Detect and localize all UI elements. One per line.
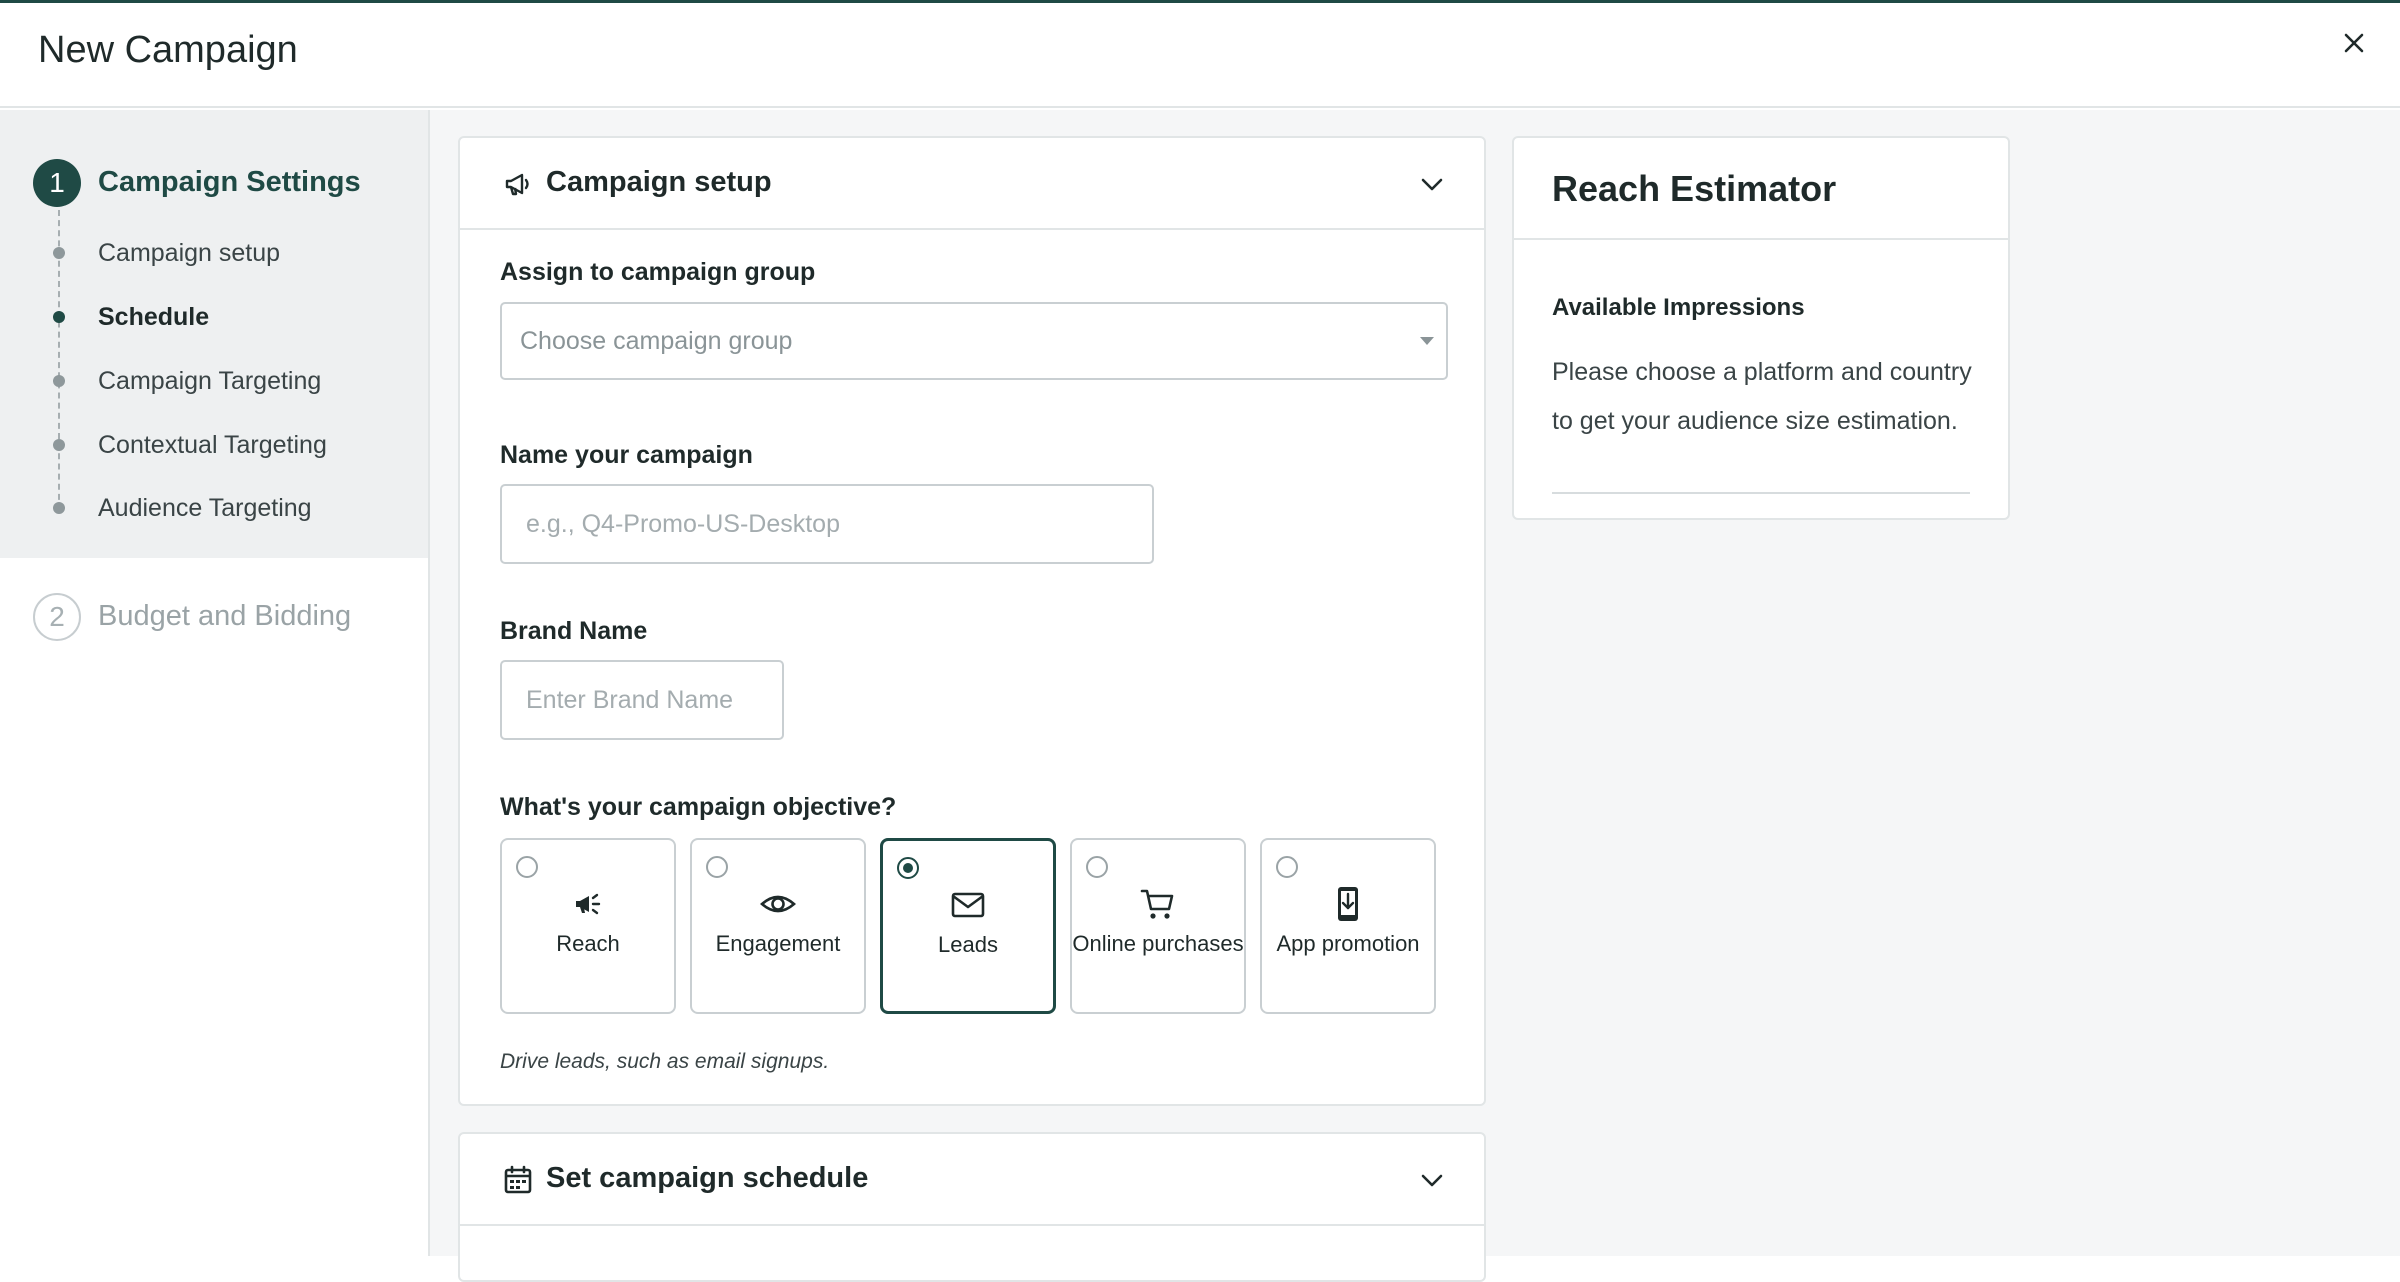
- campaign-group-placeholder: Choose campaign group: [520, 326, 793, 355]
- reach-estimator-card: Reach Estimator Available Impressions Pl…: [1512, 136, 2010, 520]
- sidebar-item-campaign-setup[interactable]: Campaign setup: [98, 239, 280, 268]
- sidebar-item-audience-targeting[interactable]: Audience Targeting: [98, 494, 312, 523]
- sidebar-item-schedule[interactable]: Schedule: [98, 303, 209, 332]
- campaign-schedule-title: Set campaign schedule: [546, 1162, 869, 1194]
- campaign-setup-card: Campaign setup Assign to campaign group …: [458, 136, 1486, 1106]
- available-impressions-label: Available Impressions: [1552, 294, 1805, 321]
- objective-option-online-purchases[interactable]: Online purchases: [1070, 838, 1246, 1014]
- campaign-name-input[interactable]: [500, 484, 1154, 564]
- campaign-schedule-header[interactable]: Set campaign schedule: [460, 1134, 1484, 1226]
- objective-label-reach: Reach: [556, 931, 620, 956]
- step-1-number: 1: [33, 159, 81, 207]
- step-2-number: 2: [33, 593, 81, 641]
- objective-option-app-promotion[interactable]: App promotion: [1260, 838, 1436, 1014]
- radio-button[interactable]: [706, 856, 728, 878]
- campaign-setup-header[interactable]: Campaign setup: [460, 138, 1484, 230]
- objective-label-app-promotion: App promotion: [1276, 931, 1420, 956]
- cart-icon: [1140, 889, 1174, 919]
- brand-name-input[interactable]: [500, 660, 784, 740]
- envelope-icon: [951, 892, 985, 918]
- substep-dot: [53, 439, 65, 451]
- objective-label-leads: Leads: [938, 932, 998, 957]
- divider: [1552, 492, 1970, 494]
- close-button[interactable]: [2334, 23, 2374, 63]
- brand-name-label: Brand Name: [500, 617, 648, 645]
- substep-dot: [53, 247, 65, 259]
- reach-estimator-title: Reach Estimator: [1552, 168, 1837, 209]
- reach-estimator-header: Reach Estimator: [1514, 138, 2008, 240]
- chevron-down-icon[interactable]: [1416, 168, 1448, 200]
- objective-option-leads[interactable]: Leads: [880, 838, 1056, 1014]
- objective-label: What's your campaign objective?: [500, 793, 897, 821]
- page-title: New Campaign: [38, 29, 298, 71]
- radio-button-checked[interactable]: [897, 857, 919, 879]
- substep-dot-active: [53, 311, 65, 323]
- caret-down-icon: [1420, 337, 1434, 345]
- calendar-icon: [504, 1165, 532, 1194]
- step-2-title[interactable]: Budget and Bidding: [98, 600, 351, 633]
- megaphone-icon: [576, 893, 601, 915]
- eye-icon: [760, 895, 796, 913]
- objective-label-online-purchases: Online purchases: [1072, 930, 1244, 958]
- sidebar-item-contextual-targeting[interactable]: Contextual Targeting: [98, 431, 327, 460]
- substep-dot: [53, 502, 65, 514]
- megaphone-icon: [505, 173, 529, 196]
- objective-help-text: Drive leads, such as email signups.: [500, 1050, 830, 1073]
- objective-label-text: Online purchases: [1072, 931, 1244, 956]
- objective-label-engagement: Engagement: [715, 931, 841, 956]
- campaign-group-label: Assign to campaign group: [500, 258, 816, 286]
- campaign-schedule-card: Set campaign schedule: [458, 1132, 1486, 1282]
- reach-estimator-message: Please choose a platform and country to …: [1552, 358, 1972, 435]
- radio-button[interactable]: [1276, 856, 1298, 878]
- steps-sidebar: 1 Campaign Settings Campaign setup Sched…: [0, 110, 430, 1256]
- radio-button[interactable]: [1086, 856, 1108, 878]
- modal-header: New Campaign: [0, 3, 2400, 108]
- substep-dot: [53, 375, 65, 387]
- radio-button[interactable]: [516, 856, 538, 878]
- campaign-name-label: Name your campaign: [500, 441, 753, 469]
- objective-option-reach[interactable]: Reach: [500, 838, 676, 1014]
- objective-option-engagement[interactable]: Engagement: [690, 838, 866, 1014]
- close-icon: [2344, 33, 2364, 53]
- campaign-group-select[interactable]: Choose campaign group: [500, 302, 1448, 380]
- phone-download-icon: [1338, 887, 1358, 921]
- sidebar-item-campaign-targeting[interactable]: Campaign Targeting: [98, 367, 321, 396]
- campaign-setup-title: Campaign setup: [546, 166, 772, 198]
- chevron-down-icon[interactable]: [1416, 1164, 1448, 1196]
- step-1-title[interactable]: Campaign Settings: [98, 166, 361, 199]
- modal-body: 1 Campaign Settings Campaign setup Sched…: [0, 110, 2400, 1282]
